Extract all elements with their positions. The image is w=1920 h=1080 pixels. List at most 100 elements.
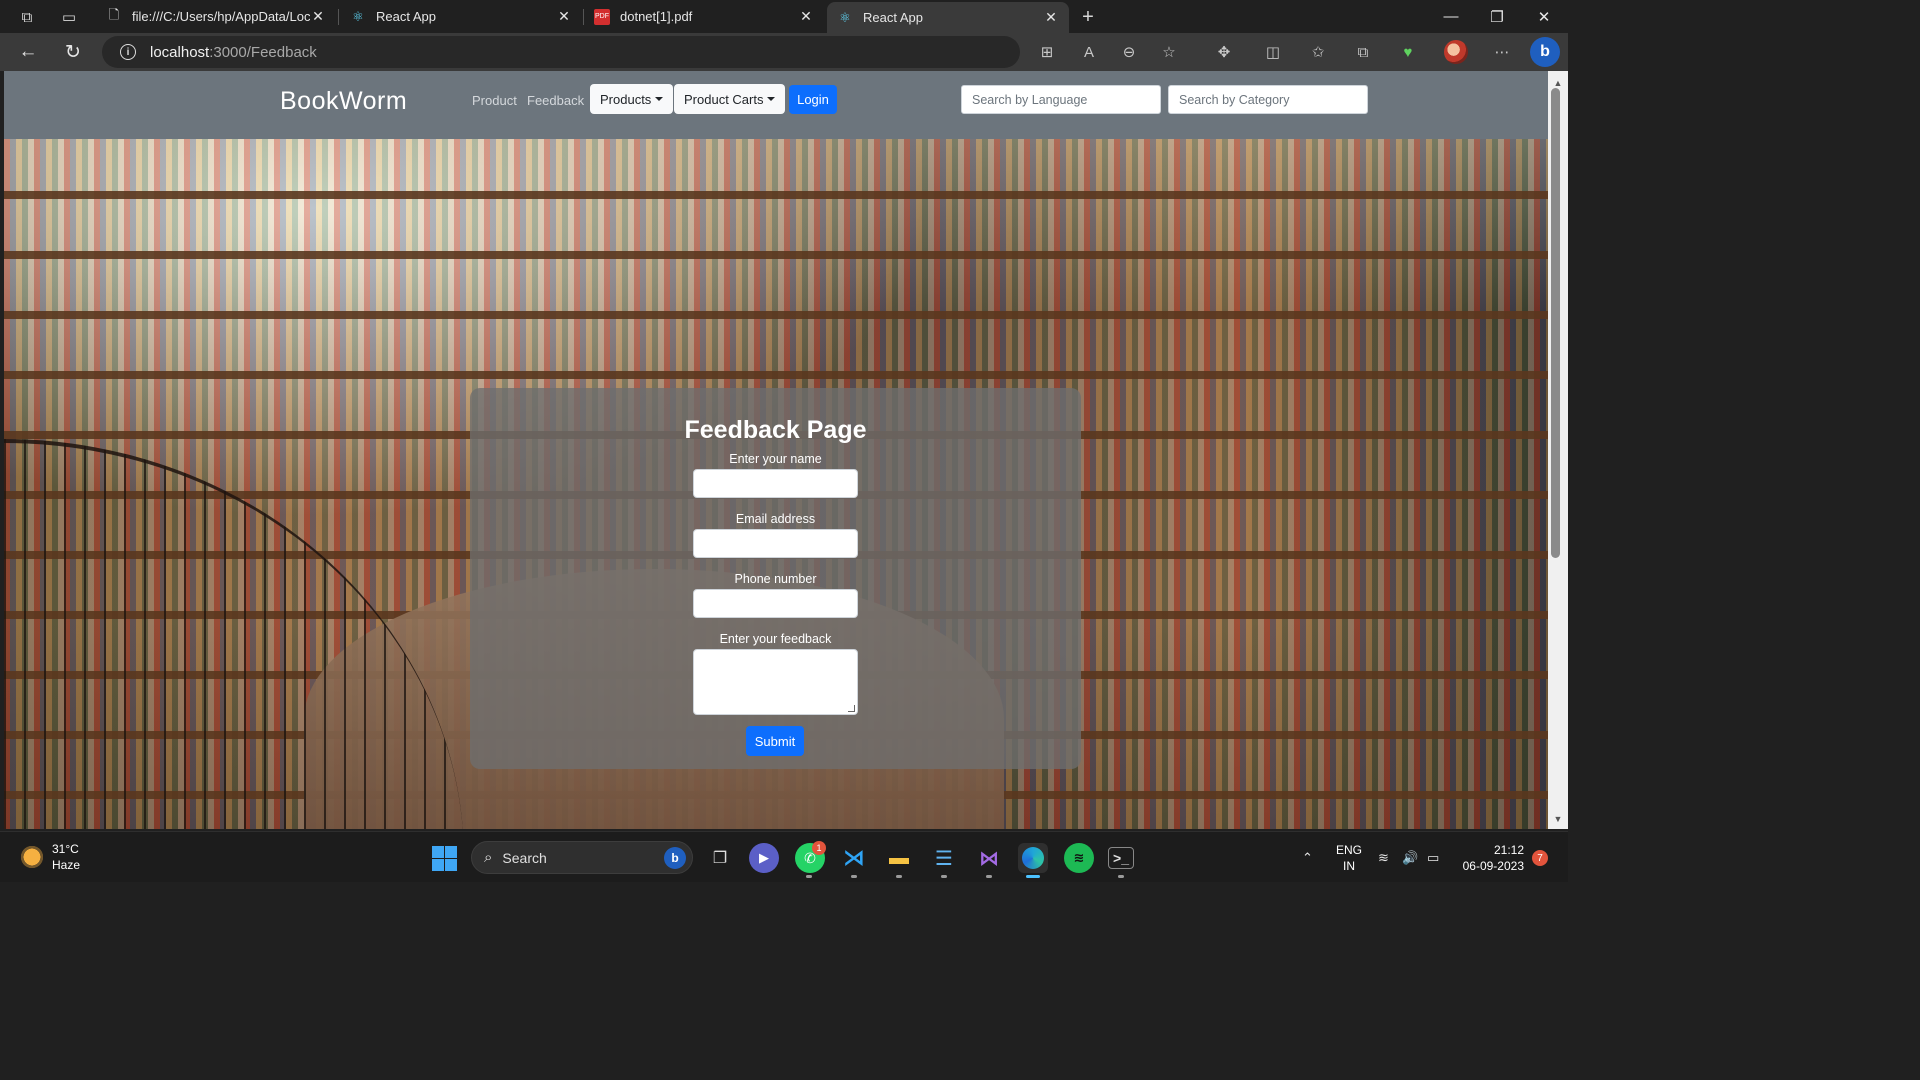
pdf-icon: PDF bbox=[594, 8, 610, 25]
active-indicator bbox=[1026, 875, 1040, 878]
weather-description[interactable]: Haze bbox=[52, 858, 80, 872]
react-icon: ⚛ bbox=[839, 9, 851, 25]
search-language-input[interactable]: Search by Language bbox=[961, 85, 1161, 114]
name-field[interactable] bbox=[693, 469, 858, 498]
scrollbar-thumb[interactable] bbox=[1551, 88, 1560, 558]
refresh-icon[interactable]: ↻ bbox=[61, 41, 85, 63]
volume-icon[interactable]: 🔊 bbox=[1402, 850, 1418, 866]
bing-copilot-icon[interactable]: b bbox=[1530, 37, 1560, 67]
nav-link-feedback[interactable]: Feedback bbox=[527, 93, 584, 108]
search-category-input[interactable]: Search by Category bbox=[1168, 85, 1368, 114]
read-aloud-icon[interactable]: A bbox=[1078, 42, 1100, 62]
running-indicator bbox=[851, 875, 857, 878]
browser-tab-bar: ⧉ ▭ 🗋 file:///C:/Users/hp/AppData/Loca ✕… bbox=[0, 0, 1568, 33]
close-tab-icon[interactable]: ✕ bbox=[556, 8, 572, 25]
tab-title: React App bbox=[863, 10, 923, 25]
tab-title: dotnet[1].pdf bbox=[620, 9, 693, 24]
edge-browser-icon[interactable] bbox=[1018, 843, 1048, 873]
minimize-icon[interactable]: — bbox=[1428, 0, 1474, 33]
show-hidden-icons-chevron-icon[interactable]: ⌃ bbox=[1302, 850, 1313, 866]
tab-title: React App bbox=[376, 9, 436, 24]
favorite-star-icon[interactable]: ☆ bbox=[1158, 42, 1180, 62]
running-indicator bbox=[896, 875, 902, 878]
close-tab-icon[interactable]: ✕ bbox=[798, 8, 814, 25]
bing-icon: b bbox=[664, 847, 686, 869]
windows-taskbar bbox=[0, 831, 1568, 882]
product-carts-dropdown[interactable]: Product Carts bbox=[674, 84, 786, 114]
weather-temperature[interactable]: 31°C bbox=[52, 842, 79, 856]
apps-icon[interactable]: ⊞ bbox=[1036, 42, 1058, 62]
phone-label: Phone number bbox=[734, 572, 817, 586]
battery-icon[interactable]: ▭ bbox=[1427, 850, 1439, 866]
back-icon[interactable]: ← bbox=[16, 41, 40, 63]
restore-icon[interactable]: ❐ bbox=[1474, 0, 1520, 33]
feedback-textarea[interactable] bbox=[693, 649, 858, 715]
visual-studio-icon[interactable]: ⋈ bbox=[974, 843, 1004, 873]
name-label: Enter your name bbox=[729, 452, 822, 466]
language-indicator[interactable]: ENG IN bbox=[1336, 842, 1362, 874]
email-field[interactable] bbox=[693, 529, 858, 558]
submit-button[interactable]: Submit bbox=[746, 726, 804, 756]
start-tile bbox=[445, 846, 457, 858]
scroll-down-icon[interactable]: ▼ bbox=[1548, 812, 1568, 826]
running-indicator bbox=[986, 875, 992, 878]
clock-time: 21:12 bbox=[1493, 843, 1524, 857]
close-tab-icon[interactable]: ✕ bbox=[1043, 9, 1059, 26]
page-title: Feedback Page bbox=[684, 416, 867, 444]
file-explorer-icon[interactable]: ▬ bbox=[884, 843, 914, 873]
wifi-icon[interactable]: ≋ bbox=[1378, 850, 1389, 866]
meet-chat-icon[interactable]: ▶ bbox=[749, 843, 779, 873]
new-tab-icon[interactable]: + bbox=[1077, 6, 1099, 28]
products-dropdown-label: Products bbox=[600, 91, 652, 107]
phone-field[interactable] bbox=[693, 589, 858, 618]
more-menu-icon[interactable]: ⋯ bbox=[1491, 42, 1513, 62]
search-icon: ⌕ bbox=[484, 849, 493, 866]
workspaces-icon[interactable]: ⧉ bbox=[16, 6, 38, 28]
vscode-icon[interactable]: ⋊ bbox=[839, 843, 869, 873]
nav-link-product[interactable]: Product bbox=[472, 93, 517, 108]
close-tab-icon[interactable]: ✕ bbox=[310, 8, 326, 25]
zoom-out-icon[interactable]: ⊖ bbox=[1118, 42, 1140, 62]
edge-logo bbox=[1022, 847, 1044, 869]
login-button[interactable]: Login bbox=[789, 85, 837, 114]
lang-line-2: IN bbox=[1343, 859, 1355, 873]
notepad-icon[interactable]: ☰ bbox=[929, 843, 959, 873]
notification-badge[interactable]: 7 bbox=[1532, 850, 1548, 866]
products-dropdown[interactable]: Products bbox=[590, 84, 674, 114]
tab-title: file:///C:/Users/hp/AppData/Loca bbox=[132, 9, 310, 24]
profile-avatar[interactable] bbox=[1444, 40, 1468, 64]
library-background: Feedback Page Enter your name Email addr… bbox=[4, 139, 1548, 829]
lang-line-1: ENG bbox=[1336, 843, 1363, 857]
system-clock[interactable]: 21:12 06-09-2023 bbox=[1458, 842, 1524, 874]
weather-sun-icon[interactable] bbox=[19, 844, 45, 870]
feedback-card: Feedback Page Enter your name Email addr… bbox=[470, 388, 1081, 769]
tab-react-app-1[interactable]: ⚛ React App ✕ bbox=[340, 0, 582, 33]
react-icon: ⚛ bbox=[352, 8, 364, 24]
close-window-icon[interactable]: ✕ bbox=[1521, 0, 1567, 33]
favorites-icon[interactable]: ✩ bbox=[1307, 42, 1329, 62]
terminal-icon[interactable]: >_ bbox=[1108, 847, 1134, 869]
caret-down-icon bbox=[655, 97, 664, 101]
task-view-icon[interactable]: ❐ bbox=[705, 843, 735, 873]
email-label: Email address bbox=[735, 512, 816, 526]
extensions-icon[interactable]: ✥ bbox=[1213, 42, 1235, 62]
running-indicator bbox=[1118, 875, 1124, 878]
tab-actions-icon[interactable]: ▭ bbox=[58, 6, 80, 28]
tab-file[interactable]: 🗋 file:///C:/Users/hp/AppData/Loca ✕ bbox=[96, 0, 336, 33]
browser-essentials-icon[interactable]: ♥ bbox=[1397, 42, 1419, 62]
start-windows-icon[interactable] bbox=[432, 846, 457, 871]
tab-dotnet-pdf[interactable]: PDF dotnet[1].pdf ✕ bbox=[584, 0, 824, 33]
running-indicator bbox=[941, 875, 947, 878]
info-icon[interactable]: i bbox=[120, 44, 136, 60]
file-pdf-icon: 🗋 bbox=[108, 6, 120, 22]
tab-react-app-active[interactable]: ⚛ React App ✕ bbox=[827, 2, 1069, 33]
collections-icon[interactable]: ⧉ bbox=[1352, 42, 1374, 62]
brand-logo[interactable]: BookWorm bbox=[280, 87, 407, 116]
split-screen-icon[interactable]: ◫ bbox=[1262, 42, 1284, 62]
url-input[interactable]: i localhost:3000/Feedback bbox=[102, 36, 1020, 68]
clock-date: 06-09-2023 bbox=[1462, 859, 1524, 873]
start-tile bbox=[432, 859, 444, 871]
resize-handle-icon[interactable] bbox=[848, 705, 855, 712]
spotify-icon[interactable]: ≋ bbox=[1064, 843, 1094, 873]
taskbar-search[interactable]: ⌕ Search b bbox=[471, 841, 693, 874]
